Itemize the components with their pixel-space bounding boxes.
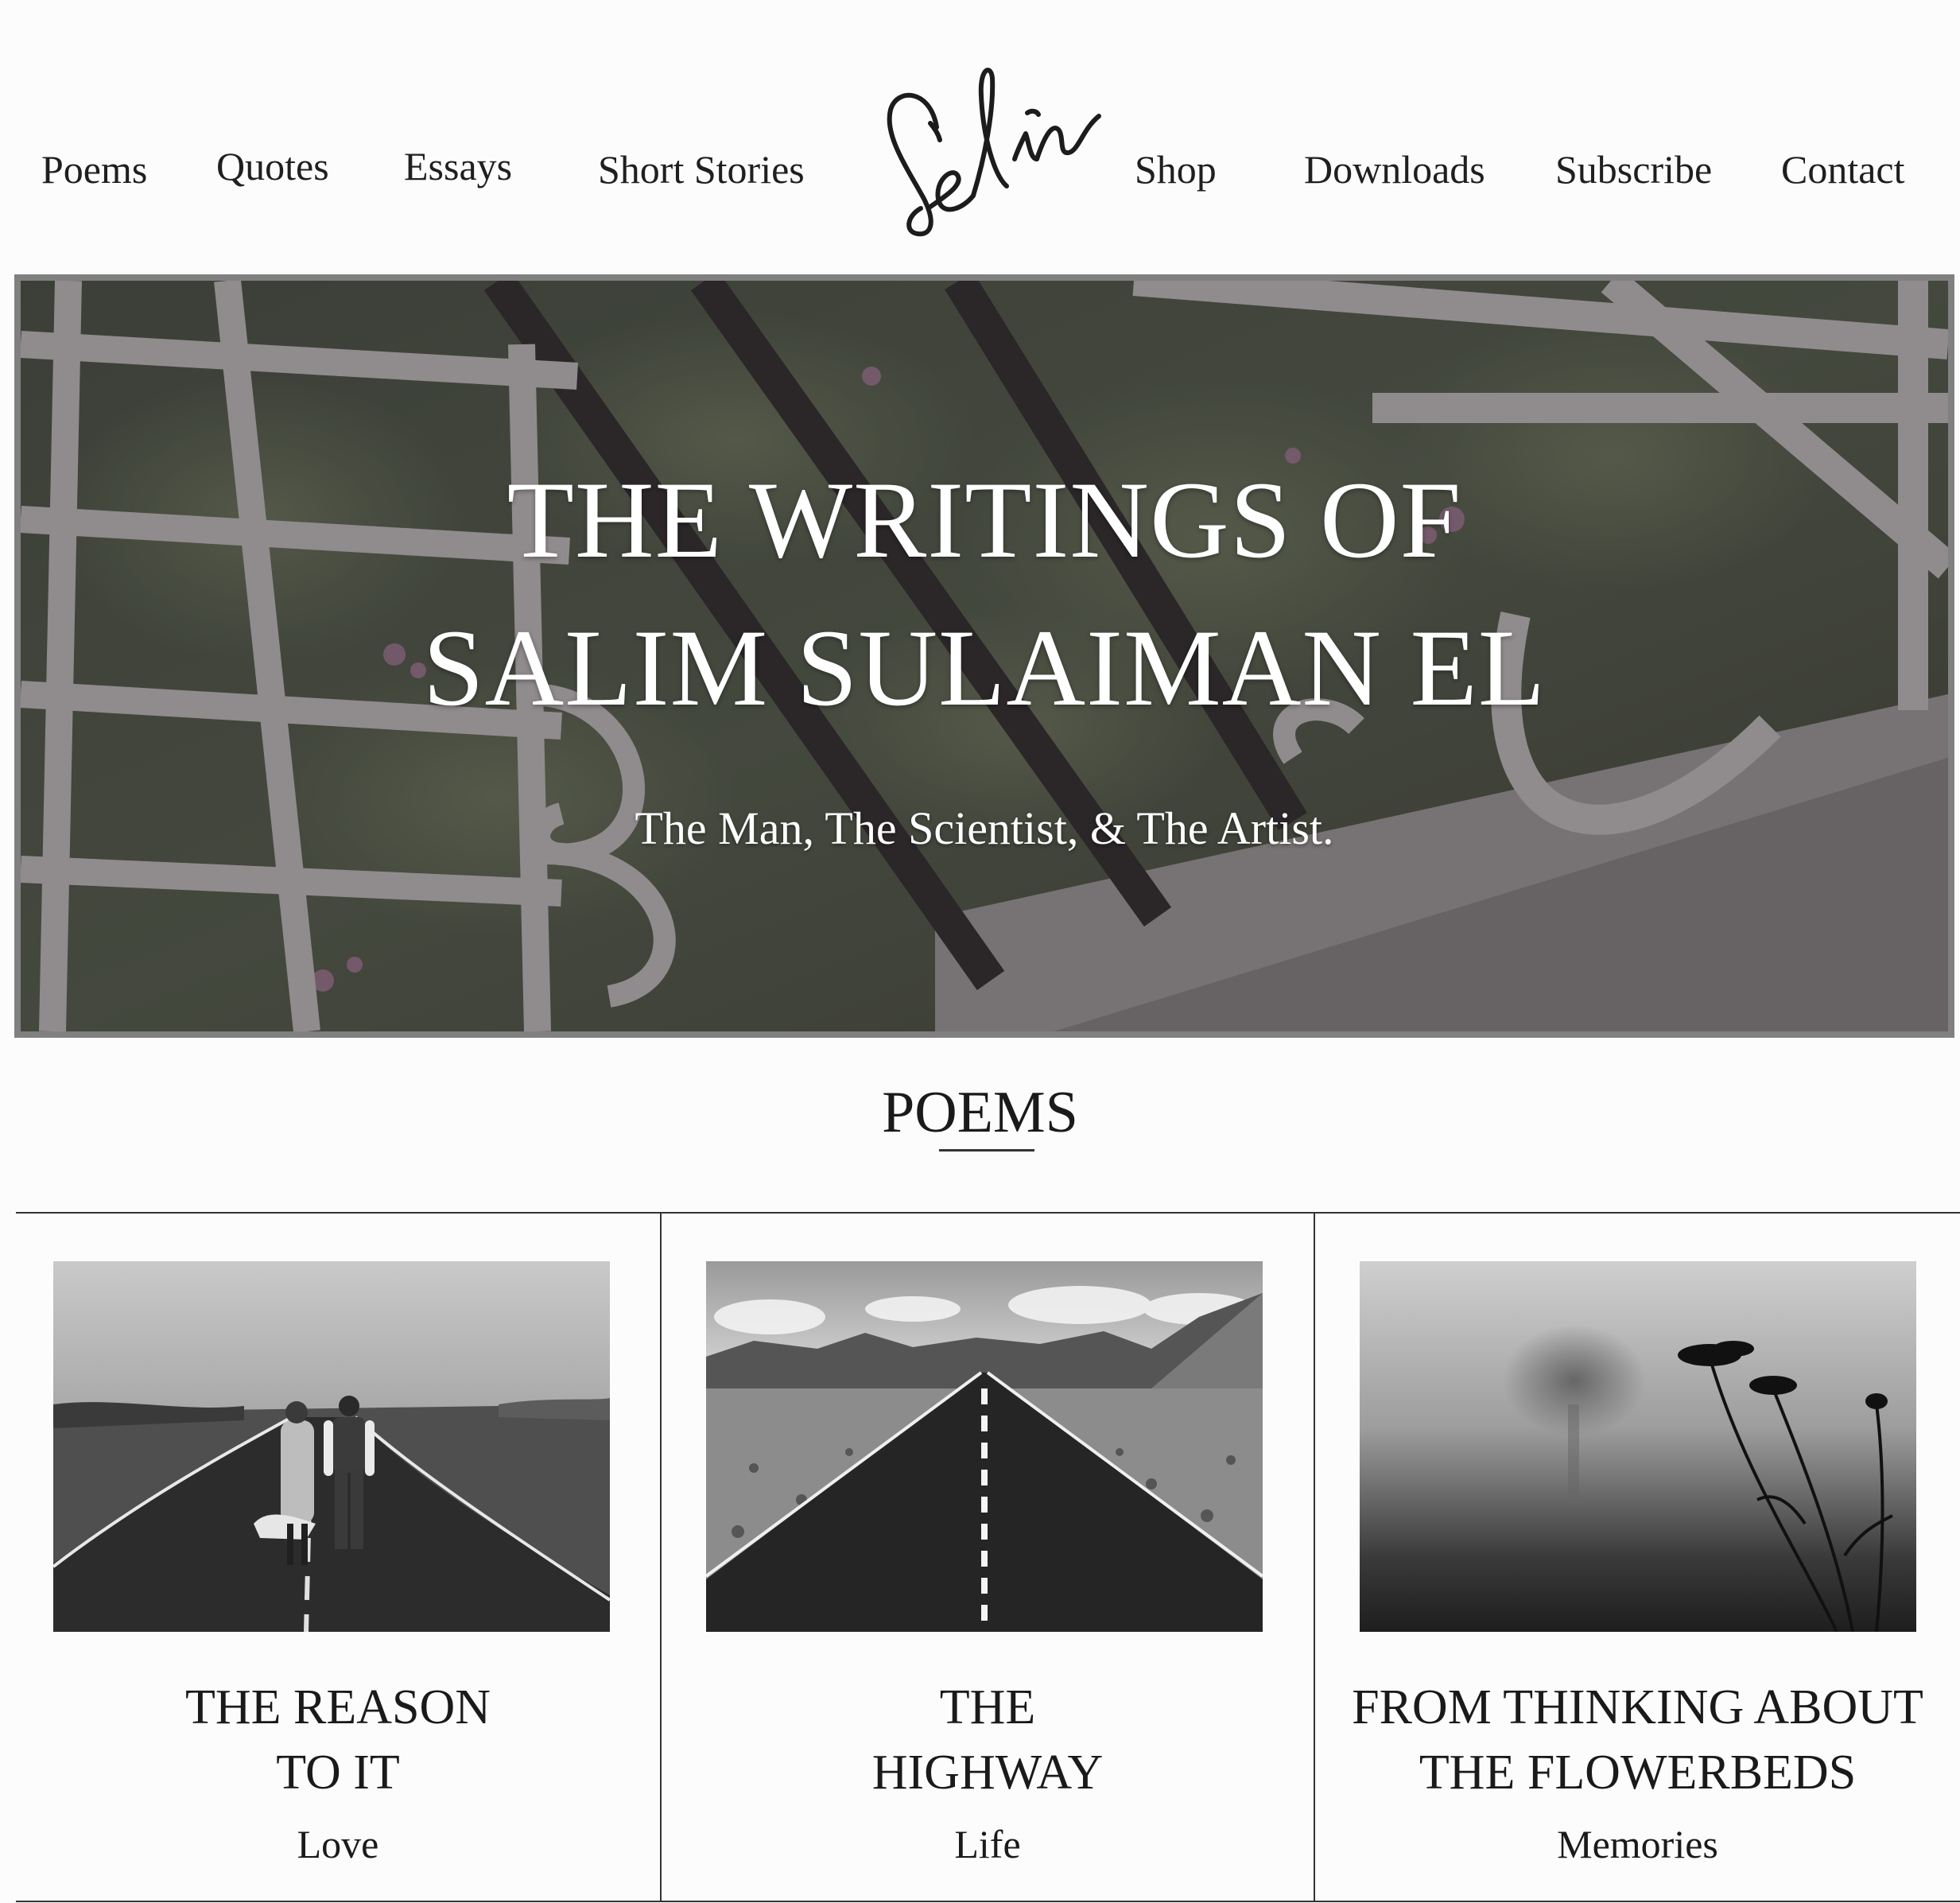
poem-card-from-thinking-about-the-flowerbeds[interactable]: FROM THINKING ABOUT THE FLOWERBEDS Memor…: [1315, 1214, 1960, 1901]
hero-subtitle: The Man, The Scientist, & The Artist.: [635, 802, 1334, 854]
hero-title-line-2: SALIM SULAIMAN EL: [422, 607, 1547, 728]
signature-logo-icon: [887, 68, 1101, 237]
section-heading-underline: [939, 1149, 1034, 1152]
grid-bottom-rule: [16, 1901, 1960, 1902]
nav-link-shop[interactable]: Shop: [1135, 150, 1217, 189]
poem-card-the-reason-to-it[interactable]: THE REASON TO IT Love: [16, 1214, 660, 1901]
nav-link-contact[interactable]: Contact: [1781, 150, 1905, 189]
nav-link-quotes[interactable]: Quotes: [216, 146, 329, 186]
poem-card-title-line[interactable]: FROM THINKING ABOUT: [1315, 1675, 1960, 1740]
hero-title-line-1: THE WRITINGS OF: [506, 459, 1462, 581]
nav-link-short-stories[interactable]: Short Stories: [598, 150, 805, 189]
poem-card-category[interactable]: Love: [16, 1824, 660, 1864]
poem-card-title[interactable]: THE REASON TO IT: [16, 1675, 660, 1805]
poem-card-title[interactable]: FROM THINKING ABOUT THE FLOWERBEDS: [1315, 1675, 1960, 1805]
poem-card-category[interactable]: Memories: [1315, 1824, 1960, 1864]
nav-link-poems[interactable]: Poems: [41, 150, 147, 189]
hero-banner: THE WRITINGS OF SALIM SULAIMAN EL The Ma…: [14, 274, 1954, 1038]
nav-link-downloads[interactable]: Downloads: [1304, 150, 1485, 189]
section-heading-poems: POEMS: [882, 1080, 1078, 1145]
signature-logo[interactable]: [875, 40, 1113, 247]
poem-card-title-line[interactable]: HIGHWAY: [662, 1740, 1314, 1805]
poem-card-the-highway[interactable]: THE HIGHWAY Life: [662, 1214, 1314, 1901]
poem-card-title-line[interactable]: THE FLOWERBEDS: [1315, 1740, 1960, 1805]
poem-card-title-line[interactable]: THE: [662, 1675, 1314, 1740]
poem-card-image-desert-highway[interactable]: [706, 1261, 1263, 1632]
poem-card-image-wildflowers[interactable]: [1360, 1261, 1916, 1632]
poem-card-title-line[interactable]: TO IT: [16, 1740, 660, 1805]
poem-card-image-couple-walking[interactable]: [53, 1261, 610, 1632]
poem-card-category[interactable]: Life: [662, 1824, 1314, 1864]
nav-link-essays[interactable]: Essays: [404, 146, 512, 186]
poem-card-title-line[interactable]: THE REASON: [16, 1675, 660, 1740]
poem-card-title[interactable]: THE HIGHWAY: [662, 1675, 1314, 1805]
nav-link-subscribe[interactable]: Subscribe: [1555, 150, 1712, 189]
